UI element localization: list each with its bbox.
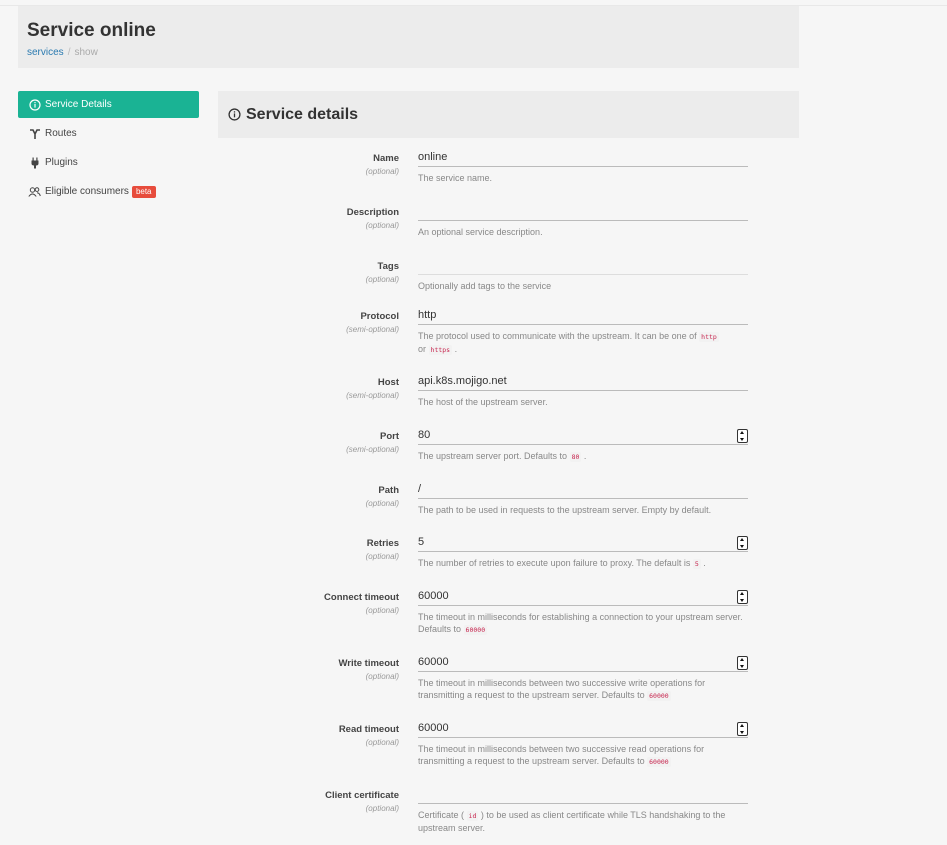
name-value: online	[418, 151, 448, 163]
path-value: /	[418, 483, 422, 495]
code-read-timeout-default: 60000	[647, 757, 671, 767]
plug-icon	[28, 156, 41, 169]
sidebar: Service Details Routes Plugins Eligible …	[18, 91, 199, 207]
name-input[interactable]: online	[418, 148, 748, 167]
field-optional-note: (semi-optional)	[346, 391, 399, 400]
field-label: Host	[377, 377, 399, 388]
field-help: The number of retries to execute upon fa…	[418, 558, 706, 569]
port-input[interactable]: 80	[418, 426, 748, 445]
field-label: Read timeout	[338, 724, 399, 735]
description-input[interactable]	[418, 202, 748, 221]
read-timeout-spinner[interactable]	[737, 722, 748, 736]
field-help: Certificate ( id ) to be used as client …	[418, 810, 726, 833]
field-label: Write timeout	[338, 658, 399, 669]
routes-icon	[28, 127, 41, 140]
field-help: An optional service description.	[418, 227, 543, 237]
code-port-default: 80	[569, 452, 582, 462]
read-timeout-input[interactable]: 60000	[418, 719, 748, 738]
field-label: Description	[346, 207, 399, 218]
field-help: The timeout in milliseconds for establis…	[418, 612, 743, 635]
field-label: Retries	[366, 538, 399, 549]
info-circle-icon	[28, 98, 41, 111]
code-https: https	[428, 345, 453, 355]
host-input[interactable]: api.k8s.mojigo.net	[418, 372, 748, 391]
users-icon	[28, 185, 41, 198]
write-timeout-value: 60000	[418, 656, 449, 668]
field-optional-note: (optional)	[365, 221, 399, 230]
sidebar-item-label: Routes	[45, 128, 77, 139]
panel-title: Service details	[246, 105, 359, 123]
code-retries-default: 5	[692, 559, 701, 569]
breadcrumb: services / show	[27, 47, 98, 58]
connect-timeout-input[interactable]: 60000	[418, 587, 748, 606]
field-help: The timeout in milliseconds between two …	[418, 678, 706, 701]
field-optional-note: (optional)	[365, 672, 399, 681]
page-title: Service online	[27, 20, 156, 41]
field-help: The path to be used in requests to the u…	[418, 505, 712, 515]
field-label: Name	[373, 153, 399, 164]
host-value: api.k8s.mojigo.net	[418, 375, 507, 387]
field-label: Port	[380, 431, 399, 442]
connect-timeout-spinner[interactable]	[737, 590, 748, 604]
info-circle-icon	[228, 108, 241, 121]
field-optional-note: (semi-optional)	[346, 325, 399, 334]
write-timeout-spinner[interactable]	[737, 656, 748, 670]
client-certificate-input[interactable]	[418, 785, 748, 804]
field-optional-note: (optional)	[365, 275, 399, 284]
field-label: Client certificate	[325, 790, 399, 801]
sidebar-item-label: Service Details	[45, 99, 112, 110]
port-value: 80	[418, 429, 431, 441]
field-help: The upstream server port. Defaults to 80…	[418, 451, 587, 462]
page-header: Service online services / show	[18, 6, 799, 68]
field-optional-note: (semi-optional)	[346, 445, 399, 454]
sidebar-item-label: Eligible consumers	[45, 186, 129, 197]
tags-input[interactable]	[418, 256, 748, 275]
retries-value: 5	[418, 536, 425, 548]
sidebar-item-label: Plugins	[45, 157, 78, 168]
service-details-panel: Service details Name (optional) online T…	[218, 91, 799, 845]
code-http: http	[699, 332, 719, 342]
breadcrumb-separator: /	[67, 47, 71, 58]
field-optional-note: (optional)	[365, 499, 399, 508]
read-timeout-value: 60000	[418, 722, 449, 734]
panel-header: Service details	[218, 91, 799, 138]
field-label: Connect timeout	[324, 592, 399, 603]
field-help: The service name.	[418, 173, 493, 183]
field-label: Tags	[377, 261, 399, 272]
write-timeout-input[interactable]: 60000	[418, 653, 748, 672]
breadcrumb-current: show	[74, 47, 98, 58]
protocol-input[interactable]: http	[418, 306, 748, 325]
code-write-timeout-default: 60000	[647, 691, 671, 701]
field-help: The protocol used to communicate with th…	[418, 331, 719, 355]
code-id: id	[466, 811, 479, 821]
field-optional-note: (optional)	[365, 552, 399, 561]
field-optional-note: (optional)	[365, 606, 399, 615]
field-help: Optionally add tags to the service	[418, 281, 552, 291]
field-help: The timeout in milliseconds between two …	[418, 744, 705, 767]
field-label: Path	[378, 485, 399, 496]
field-optional-note: (optional)	[365, 167, 399, 176]
sidebar-item-service-details[interactable]: Service Details	[18, 91, 199, 118]
port-spinner[interactable]	[737, 429, 748, 443]
field-help: The host of the upstream server.	[418, 397, 548, 407]
sidebar-item-routes[interactable]: Routes	[18, 120, 199, 147]
field-label: Protocol	[360, 311, 399, 322]
path-input[interactable]: /	[418, 480, 748, 499]
retries-input[interactable]: 5	[418, 533, 748, 552]
field-optional-note: (optional)	[365, 804, 399, 813]
retries-spinner[interactable]	[737, 536, 748, 550]
protocol-value: http	[418, 309, 437, 321]
sidebar-item-eligible-consumers[interactable]: Eligible consumers beta	[18, 178, 199, 205]
sidebar-item-plugins[interactable]: Plugins	[18, 149, 199, 176]
beta-badge: beta	[131, 185, 156, 198]
field-optional-note: (optional)	[365, 738, 399, 747]
connect-timeout-value: 60000	[418, 590, 449, 602]
code-connect-timeout-default: 60000	[463, 625, 488, 635]
breadcrumb-services-link[interactable]: services	[27, 47, 64, 58]
